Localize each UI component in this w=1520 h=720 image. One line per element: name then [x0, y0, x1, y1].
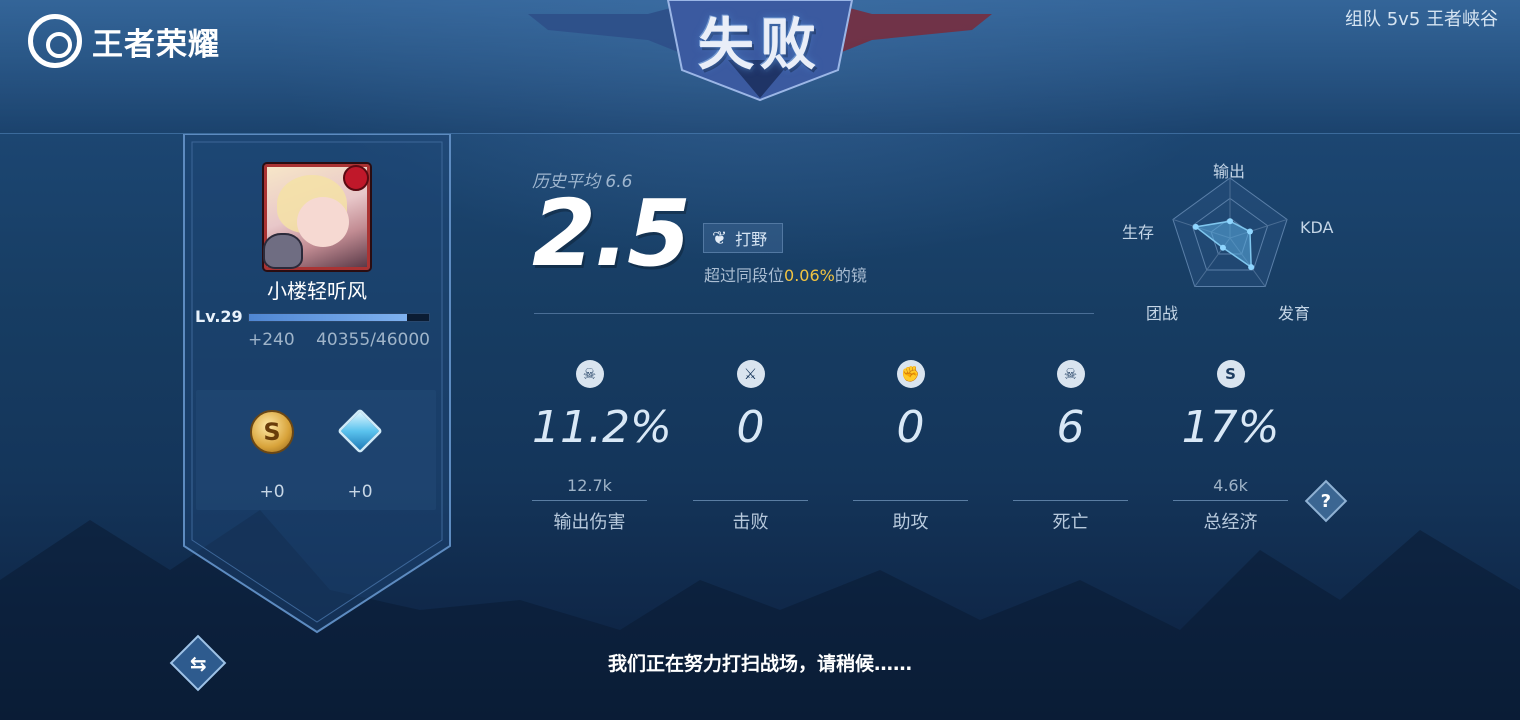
stat-value: 11.2% — [532, 402, 672, 453]
player-card: 小楼轻听风 Lv.29 +240 40355/46000 S +0 +0 — [178, 134, 456, 634]
stat-sub — [853, 476, 968, 500]
surpass-text: 超过同段位0.06%的镜 — [704, 262, 867, 286]
game-logo: 王者荣耀 — [28, 14, 220, 68]
skull-icon: ☠ — [1056, 360, 1085, 388]
stat-label: 死亡 — [1052, 512, 1089, 533]
stat-value: 0 — [896, 402, 925, 453]
stat-divider — [693, 500, 808, 501]
gem-reward-value: +0 — [347, 482, 373, 502]
avatar-badge-icon — [343, 165, 369, 191]
radar-point — [1248, 264, 1255, 271]
stat-label: 总经济 — [1203, 512, 1258, 533]
avatar-pet-icon — [263, 233, 303, 269]
stat-divider — [1173, 500, 1288, 501]
stat-divider — [853, 500, 968, 501]
avatar-face — [297, 197, 349, 247]
surpass-suffix: 的镜 — [834, 266, 867, 285]
gold-icon: S — [1216, 360, 1245, 388]
stat-divider — [1013, 500, 1128, 501]
player-avatar[interactable] — [263, 164, 370, 270]
stat-sub — [693, 476, 808, 500]
radar-label-teamfight: 团战 — [1146, 304, 1179, 323]
player-level: Lv.29 — [195, 307, 243, 326]
stat-economy: S 17% 4.6k 总经济 — [1173, 360, 1288, 534]
stat-kills: ⚔ 0 击败 — [693, 360, 808, 534]
gold-coin-icon: S — [250, 410, 294, 454]
radar-point — [1227, 218, 1233, 225]
radar-label-growth: 发育 — [1278, 304, 1311, 323]
xp-progress-bar — [248, 313, 430, 322]
role-tag: ❦ 打野 — [703, 223, 783, 253]
radar-label-kda: KDA — [1300, 218, 1334, 237]
jungle-icon: ❦ — [712, 227, 728, 249]
surpass-prefix: 超过同段位 — [704, 266, 785, 285]
stat-damage: ☠ 11.2% 12.7k 输出伤害 — [532, 360, 672, 534]
radar-point — [1246, 228, 1253, 235]
stat-label: 击败 — [732, 512, 769, 533]
xp-gain: +240 — [248, 330, 295, 350]
stat-value: 6 — [1056, 402, 1085, 453]
performance-radar: 输出 KDA 发育 团战 生存 — [1110, 150, 1350, 330]
stat-divider — [532, 500, 647, 501]
radar-point — [1219, 244, 1226, 251]
question-icon: ? — [1320, 490, 1332, 512]
loading-status: 我们正在努力打扫战场，请稍候…… — [607, 653, 912, 675]
radar-point — [1192, 223, 1199, 230]
rewards-panel: S +0 +0 — [196, 390, 436, 510]
logo-text: 王者荣耀 — [92, 26, 220, 63]
score-divider — [534, 313, 1094, 314]
stat-value: 17% — [1181, 402, 1280, 453]
surpass-percent: 0.06% — [784, 266, 835, 285]
role-label: 打野 — [735, 230, 768, 249]
xp-progress-text: 40355/46000 — [316, 330, 430, 350]
match-score: 2.5 — [532, 180, 691, 287]
stat-sub — [1013, 476, 1128, 500]
stat-label: 助攻 — [892, 512, 929, 533]
radar-label-damage: 输出 — [1213, 162, 1246, 181]
gold-reward-value: +0 — [259, 482, 285, 502]
stat-deaths: ☠ 6 死亡 — [1013, 360, 1128, 534]
logo-emblem-icon — [28, 14, 82, 68]
stat-label: 输出伤害 — [553, 512, 626, 533]
result-title: 失败 — [698, 13, 822, 78]
fist-icon: ✊ — [896, 360, 925, 388]
sword-icon: ⚔ — [736, 360, 765, 388]
radar-label-survival: 生存 — [1122, 223, 1155, 242]
game-mode-label: 组队 5v5 王者峡谷 — [1345, 9, 1498, 30]
stat-value: 0 — [736, 402, 765, 453]
player-name: 小楼轻听风 — [267, 279, 367, 303]
diamond-gem-icon — [337, 408, 383, 454]
stat-sub: 12.7k — [567, 476, 612, 495]
defeat-banner: 失败 — [528, 0, 992, 104]
xp-progress-fill — [249, 314, 407, 321]
damage-icon: ☠ — [575, 360, 604, 388]
stat-sub: 4.6k — [1213, 476, 1248, 495]
stat-assists: ✊ 0 助攻 — [853, 360, 968, 534]
